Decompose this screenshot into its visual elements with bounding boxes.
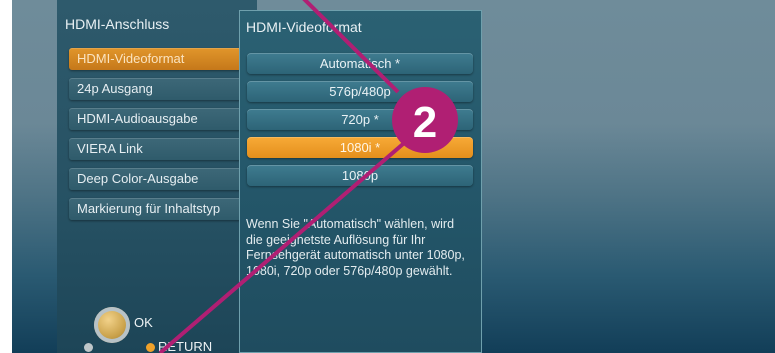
option-automatisch[interactable]: Automatisch * [247,53,473,74]
remote-nav-hint: OK RETURN [82,305,232,353]
submenu-title: HDMI-Videoformat [246,19,362,35]
grey-dot-icon [84,343,93,352]
return-label: RETURN [158,339,213,353]
option-576p-480p[interactable]: 576p/480p [247,81,473,102]
menu-title: HDMI-Anschluss [65,16,170,32]
return-dot-icon [146,343,155,352]
settings-menu-panel: HDMI-Anschluss HDMI-Videoformat 24p Ausg… [57,0,269,353]
option-1080p[interactable]: 1080p [247,165,473,186]
ok-label: OK [134,315,153,330]
option-list: Automatisch * 576p/480p 720p * 1080i * 1… [247,53,473,193]
submenu-panel: HDMI-Videoformat Automatisch * 576p/480p… [239,10,482,353]
ok-button-icon [94,307,130,343]
option-720p[interactable]: 720p * [247,109,473,130]
option-description: Wenn Sie "Automatisch" wählen, wird die … [246,217,465,278]
option-1080i[interactable]: 1080i * [247,137,473,158]
tv-screen: HDMI-Anschluss HDMI-Videoformat 24p Ausg… [12,0,775,353]
